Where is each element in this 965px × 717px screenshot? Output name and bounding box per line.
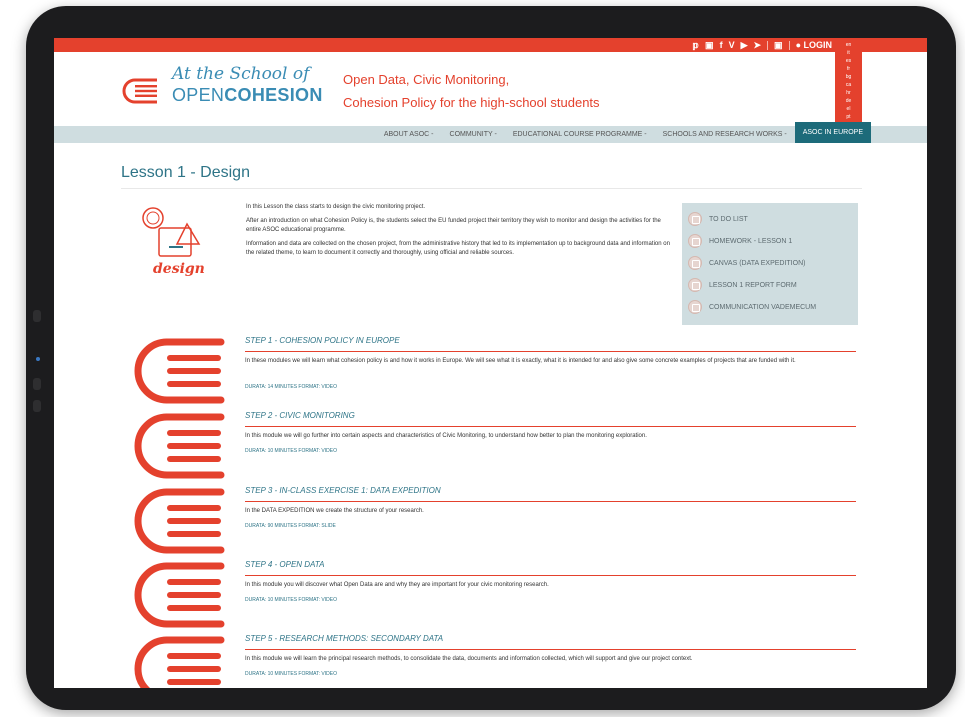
- youtube-icon[interactable]: ▶: [741, 39, 748, 51]
- step-description: In this module you will discover what Op…: [245, 582, 549, 588]
- intro-paragraph: Information and data are collected on th…: [246, 241, 670, 256]
- divider: [788, 40, 790, 50]
- rss-icon[interactable]: ▣: [774, 39, 783, 51]
- nav-schools-research[interactable]: SCHOOLS AND RESEARCH WORKS -: [655, 131, 795, 138]
- design-label: design: [153, 261, 205, 277]
- step-meta: DURATA: 14 MINUTES FORMAT: VIDEO: [245, 384, 337, 390]
- tablet-side-button: [33, 378, 41, 390]
- lesson-intro: In this Lesson the class starts to desig…: [246, 203, 672, 263]
- language-option[interactable]: el: [847, 105, 851, 113]
- language-option[interactable]: fr: [847, 65, 850, 73]
- step-4: STEP 4 - OPEN DATA In this module you wi…: [121, 560, 871, 635]
- login-label: LOGIN: [803, 40, 833, 50]
- step-5: STEP 5 - RESEARCH METHODS: SECONDARY DAT…: [121, 634, 871, 688]
- resource-vademecum[interactable]: COMMUNICATION VADEMECUM: [688, 296, 852, 318]
- step-2: STEP 2 - CIVIC MONITORING In this module…: [121, 411, 871, 486]
- document-icon: [688, 234, 702, 248]
- resource-label: COMMUNICATION VADEMECUM: [709, 303, 817, 311]
- main-nav: ABOUT ASOC - COMMUNITY - EDUCATIONAL COU…: [54, 122, 927, 143]
- step-title[interactable]: STEP 2 - CIVIC MONITORING: [245, 411, 355, 420]
- language-option[interactable]: de: [846, 97, 852, 105]
- step-title[interactable]: STEP 5 - RESEARCH METHODS: SECONDARY DAT…: [245, 634, 443, 643]
- language-option[interactable]: ca: [846, 81, 851, 89]
- site-tagline: Open Data, Civic Monitoring, Cohesion Po…: [343, 68, 600, 114]
- step-description: In these modules we will learn what cohe…: [245, 358, 796, 364]
- divider: [767, 40, 769, 50]
- step-divider: [245, 501, 856, 502]
- facebook-icon[interactable]: f: [720, 39, 723, 51]
- step-divider: [245, 351, 856, 352]
- book-icon: [134, 338, 225, 404]
- step-description: In this module we will learn the princip…: [245, 656, 693, 662]
- step-meta: DURATA: 90 MINUTES FORMAT: SLIDE: [245, 523, 336, 529]
- step-1: STEP 1 - COHESION POLICY IN EUROPE In th…: [121, 336, 871, 411]
- resource-label: HOMEWORK - LESSON 1: [709, 237, 793, 245]
- language-option[interactable]: bg: [846, 73, 852, 81]
- logo-open-text: OPEN: [172, 85, 225, 105]
- language-option[interactable]: pt: [846, 113, 850, 121]
- tagline-line2: Cohesion Policy for the high-school stud…: [343, 95, 600, 110]
- twitter-icon[interactable]: 𝕡: [693, 39, 699, 51]
- resource-label: TO DO LIST: [709, 215, 748, 223]
- intro-paragraph: In this Lesson the class starts to desig…: [246, 204, 426, 210]
- logo-title-line2[interactable]: OPENCOHESION: [172, 85, 323, 106]
- step-meta: DURATA: 10 MINUTES FORMAT: VIDEO: [245, 597, 337, 603]
- book-icon: [134, 488, 225, 554]
- tablet-camera-dot: [36, 357, 40, 361]
- step-meta: DURATA: 10 MINUTES FORMAT: VIDEO: [245, 671, 337, 677]
- instagram-icon[interactable]: ▣: [705, 39, 714, 51]
- document-icon: [688, 278, 702, 292]
- logo-title-line1[interactable]: At the School of: [172, 64, 309, 84]
- social-links: 𝕡 ▣ f V ▶ ➤ ▣ ● LOGIN: [693, 39, 832, 51]
- document-icon: [688, 256, 702, 270]
- title-divider: [121, 188, 862, 189]
- step-title[interactable]: STEP 3 - IN-CLASS EXERCISE 1: DATA EXPED…: [245, 486, 441, 495]
- resource-label: CANVAS (DATA EXPEDITION): [709, 259, 806, 267]
- document-icon: [688, 212, 702, 226]
- login-link[interactable]: ● LOGIN: [796, 39, 832, 51]
- resource-report-form[interactable]: LESSON 1 REPORT FORM: [688, 274, 852, 296]
- step-title[interactable]: STEP 4 - OPEN DATA: [245, 560, 324, 569]
- nav-community[interactable]: COMMUNITY -: [442, 131, 505, 138]
- step-description: In this module we will go further into c…: [245, 433, 647, 439]
- nav-about[interactable]: ABOUT ASOC -: [376, 131, 442, 138]
- step-meta: DURATA: 10 MINUTES FORMAT: VIDEO: [245, 448, 337, 454]
- resources-box: TO DO LIST HOMEWORK - LESSON 1 CANVAS (D…: [682, 203, 858, 325]
- tagline-line1: Open Data, Civic Monitoring,: [343, 72, 510, 87]
- browser-screen: 𝕡 ▣ f V ▶ ➤ ▣ ● LOGIN en it es fr bg ca hr de el…: [54, 38, 927, 688]
- book-icon: [134, 636, 225, 688]
- language-option[interactable]: es: [846, 57, 851, 65]
- vimeo-icon[interactable]: V: [729, 39, 735, 51]
- language-option[interactable]: en: [846, 41, 852, 49]
- language-dropdown[interactable]: en it es fr bg ca hr de el pt: [835, 38, 862, 133]
- book-icon: [134, 562, 225, 628]
- tablet-side-button: [33, 400, 41, 412]
- nav-educational-programme[interactable]: EDUCATIONAL COURSE PROGRAMME -: [505, 131, 655, 138]
- telegram-icon[interactable]: ➤: [754, 39, 762, 51]
- resource-todo-list[interactable]: TO DO LIST: [688, 208, 852, 230]
- nav-asoc-europe[interactable]: ASOC IN EUROPE: [794, 122, 871, 143]
- step-description: In the DATA EXPEDITION we create the str…: [245, 508, 424, 514]
- step-divider: [245, 649, 856, 650]
- page-title: Lesson 1 - Design: [121, 164, 250, 181]
- resource-homework[interactable]: HOMEWORK - LESSON 1: [688, 230, 852, 252]
- logo-book-icon: [122, 78, 157, 104]
- document-icon: [688, 300, 702, 314]
- tablet-side-button: [33, 310, 41, 322]
- step-3: STEP 3 - IN-CLASS EXERCISE 1: DATA EXPED…: [121, 486, 871, 561]
- book-icon: [134, 413, 225, 479]
- resource-canvas[interactable]: CANVAS (DATA EXPEDITION): [688, 252, 852, 274]
- language-option[interactable]: hr: [846, 89, 850, 97]
- top-bar: 𝕡 ▣ f V ▶ ➤ ▣ ● LOGIN: [54, 38, 927, 52]
- language-option[interactable]: it: [847, 49, 850, 57]
- step-title[interactable]: STEP 1 - COHESION POLICY IN EUROPE: [245, 336, 400, 345]
- resource-label: LESSON 1 REPORT FORM: [709, 281, 797, 289]
- intro-paragraph: After an introduction on what Cohesion P…: [246, 218, 661, 233]
- step-divider: [245, 426, 856, 427]
- logo-cohesion-text: COHESION: [224, 85, 323, 105]
- step-divider: [245, 575, 856, 576]
